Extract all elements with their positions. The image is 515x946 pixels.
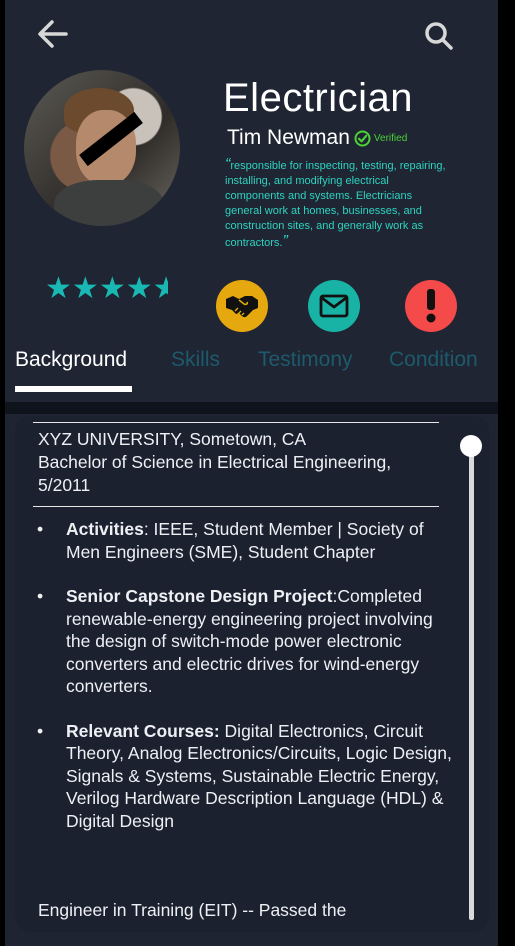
scrollbar-track[interactable] <box>469 442 474 920</box>
list-item: Activities: IEEE, Student Member | Socie… <box>15 518 455 563</box>
star-icon: ★ <box>125 272 153 305</box>
education-entry: XYZ UNIVERSITY, Sometown, CA Bachelor of… <box>38 428 438 497</box>
scrollbar-thumb[interactable] <box>460 435 482 457</box>
education-school: XYZ UNIVERSITY, Sometown, CA <box>38 429 307 449</box>
education-degree: Bachelor of Science in Electrical Engine… <box>38 452 392 495</box>
profile-bio: “responsible for inspecting, testing, re… <box>225 157 447 251</box>
arrow-left-icon <box>38 20 68 48</box>
star-rating: ★ ★ ★ ★ ★ <box>45 274 168 304</box>
profile-screen: Electrician Tim Newman Verified “respons… <box>5 0 498 946</box>
profile-title: Electrician <box>223 76 414 120</box>
star-icon: ★ <box>71 272 99 305</box>
mail-icon <box>319 294 349 318</box>
check-circle-icon <box>354 130 371 146</box>
star-icon: ★ <box>45 272 72 305</box>
section-divider <box>5 402 498 414</box>
search-button[interactable] <box>419 16 459 56</box>
name-row: Tim Newman Verified <box>227 126 407 150</box>
tab-background[interactable]: Background <box>15 348 127 372</box>
list-item-label: Activities <box>66 519 144 539</box>
bio-close-quote: ” <box>282 233 288 250</box>
active-tab-indicator <box>15 386 132 392</box>
back-button[interactable] <box>33 14 73 54</box>
certification-text: Engineer in Training (EIT) -- Passed the <box>38 900 347 920</box>
avatar <box>24 70 180 226</box>
background-card: XYZ UNIVERSITY, Sometown, CA Bachelor of… <box>15 416 489 932</box>
background-list: Activities: IEEE, Student Member | Socie… <box>15 518 455 854</box>
list-item: Relevant Courses: Digital Electronics, C… <box>15 720 455 833</box>
list-item-label: Senior Capstone Design Project <box>66 586 333 606</box>
verified-badge: Verified <box>354 130 407 147</box>
verified-label: Verified <box>373 132 408 144</box>
list-item-label: Relevant Courses: <box>66 720 220 741</box>
exclamation-icon <box>426 289 436 323</box>
profile-name: Tim Newman <box>227 126 350 149</box>
bio-text: responsible for inspecting, testing, rep… <box>225 160 446 249</box>
star-icon: ★ <box>98 272 126 305</box>
handshake-icon <box>226 296 258 318</box>
divider-top <box>33 422 439 423</box>
hire-button[interactable] <box>216 280 268 332</box>
tab-condition[interactable]: Condition <box>389 348 478 372</box>
search-icon <box>425 22 453 50</box>
message-button[interactable] <box>308 280 360 332</box>
report-button[interactable] <box>405 280 457 332</box>
divider-bottom <box>33 506 439 507</box>
tab-testimony[interactable]: Testimony <box>258 348 353 372</box>
list-item: Senior Capstone Design Project:Completed… <box>15 585 455 698</box>
star-icon: ★ <box>152 274 168 304</box>
tab-skills[interactable]: Skills <box>171 348 220 372</box>
profile-header: Electrician Tim Newman Verified “respons… <box>5 0 498 402</box>
